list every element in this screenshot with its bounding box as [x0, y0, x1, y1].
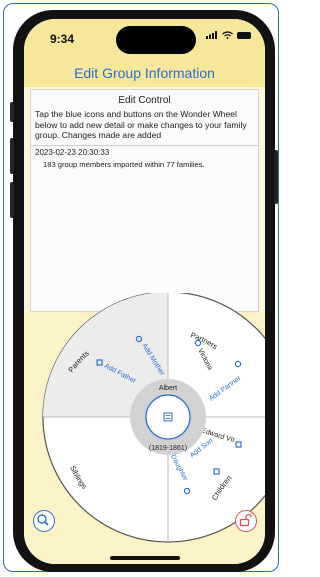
center-person-name: Albert [159, 385, 177, 392]
edit-control-panel[interactable]: Edit Control Tap the blue icons and butt… [30, 89, 259, 312]
wonder-wheel-area: Parents Partners Children Siblings Add M… [24, 293, 265, 564]
log-timestamp: 2023-02-23 20:30:33 [35, 147, 110, 157]
nav-bar: Edit Group Information [24, 59, 265, 87]
padlock-icon [239, 513, 252, 527]
edit-control-title: Edit Control [118, 95, 171, 106]
lock-button[interactable] [235, 510, 257, 532]
signal-icon [206, 31, 217, 39]
center-person-button[interactable] [145, 394, 191, 440]
center-person-dates: (1819-1861) [149, 445, 187, 452]
battery-icon [237, 31, 251, 39]
status-time: 9:34 [50, 32, 75, 46]
power-button [274, 150, 278, 204]
dynamic-island [116, 26, 196, 54]
status-icons [206, 31, 251, 39]
home-indicator[interactable] [110, 556, 180, 560]
wifi-icon [222, 31, 233, 39]
page-title: Edit Group Information [74, 65, 215, 81]
search-button[interactable] [33, 510, 55, 532]
log-entry: 183 group members imported within 77 fam… [43, 159, 205, 169]
search-icon [37, 514, 49, 526]
status-bar: 9:34 [24, 19, 265, 59]
wonder-wheel: Parents Partners Children Siblings Add M… [42, 293, 265, 543]
volume-down-button [10, 182, 14, 218]
edit-control-description: Tap the blue icons and buttons on the Wo… [35, 109, 247, 140]
app-screen: 9:34 Edit Group Information Edit Control… [24, 19, 265, 564]
mute-switch [10, 102, 14, 122]
volume-up-button [10, 138, 14, 174]
